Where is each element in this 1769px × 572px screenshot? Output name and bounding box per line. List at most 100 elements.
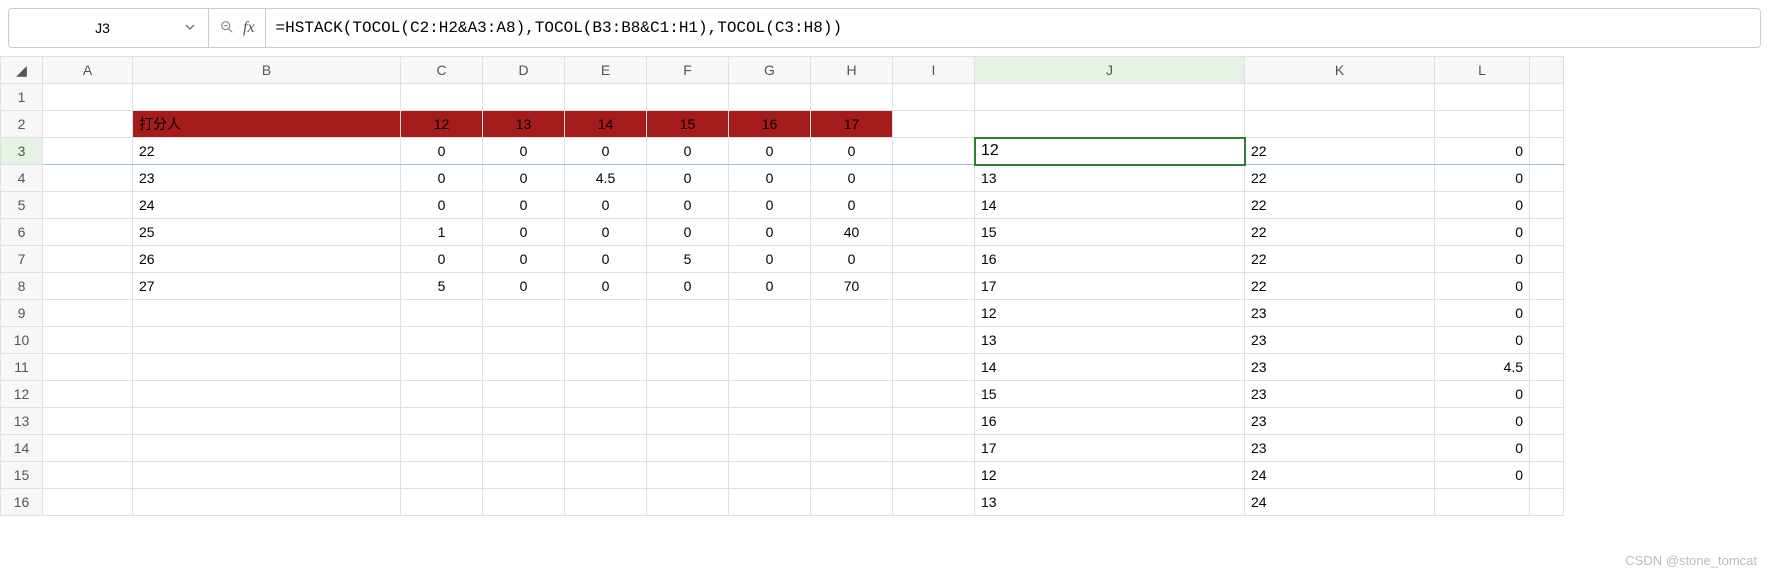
cell[interactable]: 0 — [401, 192, 483, 219]
cell[interactable]: 5 — [401, 273, 483, 300]
cell[interactable] — [729, 300, 811, 327]
cell[interactable]: 0 — [811, 138, 893, 165]
cell[interactable] — [133, 84, 401, 111]
cell[interactable]: 25 — [133, 219, 401, 246]
cell[interactable]: 0 — [401, 165, 483, 192]
cell[interactable] — [893, 192, 975, 219]
cell[interactable]: 0 — [811, 246, 893, 273]
cell[interactable] — [729, 381, 811, 408]
cell[interactable] — [565, 408, 647, 435]
cell[interactable] — [975, 84, 1245, 111]
cell[interactable] — [1530, 462, 1564, 489]
cell[interactable] — [729, 408, 811, 435]
cell[interactable] — [483, 327, 565, 354]
cell[interactable]: 0 — [1435, 138, 1530, 165]
cell[interactable]: 24 — [1245, 489, 1435, 516]
col-header-M[interactable] — [1530, 57, 1564, 84]
cell[interactable] — [401, 462, 483, 489]
row-header-15[interactable]: 15 — [1, 462, 43, 489]
cell[interactable] — [1530, 435, 1564, 462]
cell[interactable] — [43, 327, 133, 354]
cell[interactable] — [1435, 84, 1530, 111]
chevron-down-icon[interactable] — [184, 20, 196, 36]
cell[interactable] — [893, 246, 975, 273]
cell[interactable] — [133, 381, 401, 408]
cell[interactable] — [1435, 111, 1530, 138]
row-header-10[interactable]: 10 — [1, 327, 43, 354]
row-header-11[interactable]: 11 — [1, 354, 43, 381]
cell[interactable]: 0 — [1435, 165, 1530, 192]
cell[interactable]: 23 — [1245, 354, 1435, 381]
cell[interactable] — [133, 462, 401, 489]
cell[interactable] — [975, 111, 1245, 138]
cell[interactable]: 15 — [647, 111, 729, 138]
cell[interactable] — [729, 489, 811, 516]
cell[interactable] — [401, 489, 483, 516]
cell[interactable]: 0 — [1435, 300, 1530, 327]
cell[interactable] — [565, 489, 647, 516]
cell[interactable]: 0 — [483, 165, 565, 192]
zoom-out-icon[interactable] — [219, 19, 235, 38]
cell[interactable] — [565, 327, 647, 354]
cell[interactable] — [133, 435, 401, 462]
cell[interactable]: 26 — [133, 246, 401, 273]
col-header-H[interactable]: H — [811, 57, 893, 84]
cell[interactable]: 16 — [975, 246, 1245, 273]
cell[interactable] — [133, 408, 401, 435]
cell[interactable]: 0 — [1435, 192, 1530, 219]
cell[interactable] — [893, 408, 975, 435]
cell[interactable] — [43, 300, 133, 327]
cell[interactable]: 1 — [401, 219, 483, 246]
cell[interactable] — [133, 327, 401, 354]
cell[interactable] — [565, 300, 647, 327]
cell[interactable] — [1530, 246, 1564, 273]
cell[interactable]: 0 — [1435, 381, 1530, 408]
cell[interactable]: 17 — [975, 273, 1245, 300]
cell[interactable]: 0 — [565, 138, 647, 165]
cell[interactable] — [43, 165, 133, 192]
cell[interactable]: 13 — [975, 165, 1245, 192]
cell[interactable] — [811, 84, 893, 111]
cell[interactable] — [43, 84, 133, 111]
cell[interactable]: 0 — [483, 138, 565, 165]
cell[interactable] — [483, 462, 565, 489]
cell[interactable] — [43, 381, 133, 408]
cell[interactable]: 0 — [1435, 408, 1530, 435]
cell[interactable]: 40 — [811, 219, 893, 246]
cell[interactable]: 23 — [1245, 327, 1435, 354]
col-header-J[interactable]: J — [975, 57, 1245, 84]
cell[interactable]: 0 — [729, 246, 811, 273]
cell[interactable]: 0 — [729, 273, 811, 300]
cell[interactable] — [893, 489, 975, 516]
cell[interactable]: 0 — [1435, 246, 1530, 273]
row-header-14[interactable]: 14 — [1, 435, 43, 462]
row-header-6[interactable]: 6 — [1, 219, 43, 246]
cell[interactable]: 22 — [1245, 192, 1435, 219]
row-header-3[interactable]: 3 — [1, 138, 43, 165]
col-header-L[interactable]: L — [1435, 57, 1530, 84]
row-header-2[interactable]: 2 — [1, 111, 43, 138]
cell[interactable] — [565, 354, 647, 381]
cell[interactable] — [647, 84, 729, 111]
cell[interactable] — [1435, 489, 1530, 516]
cell[interactable]: 14 — [975, 192, 1245, 219]
cell[interactable] — [811, 354, 893, 381]
cell[interactable]: 23 — [1245, 300, 1435, 327]
cell[interactable]: 0 — [483, 273, 565, 300]
cell[interactable] — [1530, 300, 1564, 327]
cell[interactable] — [1530, 489, 1564, 516]
cell[interactable] — [483, 381, 565, 408]
cell[interactable]: 12 — [975, 300, 1245, 327]
col-header-K[interactable]: K — [1245, 57, 1435, 84]
row-header-9[interactable]: 9 — [1, 300, 43, 327]
cell[interactable]: 0 — [811, 192, 893, 219]
cell[interactable] — [483, 435, 565, 462]
cell[interactable]: 0 — [1435, 273, 1530, 300]
cell[interactable] — [43, 489, 133, 516]
cell[interactable] — [893, 273, 975, 300]
cell[interactable]: 13 — [975, 489, 1245, 516]
cell[interactable] — [893, 165, 975, 192]
cell[interactable]: 0 — [401, 246, 483, 273]
cell[interactable] — [811, 327, 893, 354]
cell[interactable] — [811, 489, 893, 516]
